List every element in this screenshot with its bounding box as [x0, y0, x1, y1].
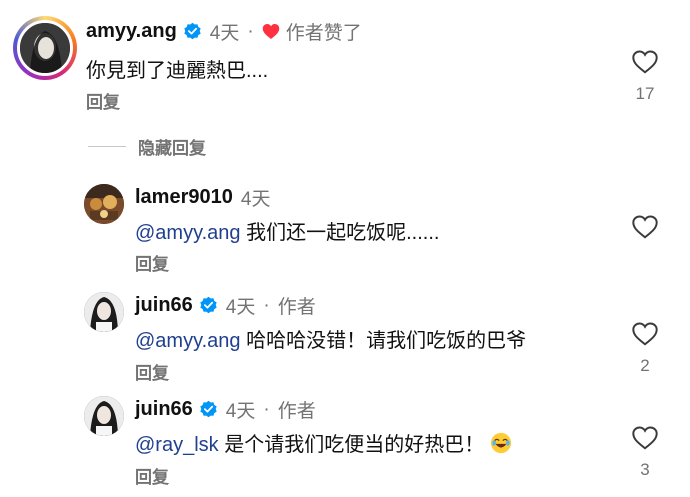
heart-outline-icon[interactable]: [632, 426, 658, 450]
author-tag: 作者: [277, 401, 316, 422]
heart-outline-icon[interactable]: [632, 50, 658, 74]
avatar[interactable]: [84, 184, 124, 224]
heart-outline-icon[interactable]: [632, 215, 658, 239]
divider: [88, 146, 126, 147]
heart-outline-icon[interactable]: [632, 322, 658, 346]
mention-link[interactable]: @amyy.ang: [135, 330, 241, 352]
verified-badge-icon: [184, 22, 201, 40]
reply-text: @amyy.ang 哈哈哈没错！请我们吃饭的巴爷: [135, 324, 526, 353]
reply-text: @ray_lsk 是个请我们吃便当的好热巴！: [135, 428, 512, 457]
username[interactable]: juin66: [135, 398, 193, 421]
separator-dot: ·: [263, 294, 270, 316]
reply-body: 哈哈哈没错！请我们吃饭的巴爷: [240, 330, 527, 352]
like-button[interactable]: 3: [625, 426, 665, 480]
comment-meta: amyy.ang 4天 · 作者赞了: [86, 18, 362, 45]
like-button[interactable]: [625, 215, 665, 239]
reply-button[interactable]: 回复: [135, 359, 169, 384]
author-tag: 作者: [277, 297, 316, 318]
timestamp: 4天: [225, 297, 256, 318]
username[interactable]: lamer9010: [135, 186, 233, 209]
username[interactable]: juin66: [135, 294, 193, 317]
avatar[interactable]: [17, 20, 73, 76]
reply-meta: lamer9010 4天: [135, 184, 270, 211]
avatar[interactable]: [84, 396, 124, 436]
comment-text: 你見到了迪麗熱巴....: [86, 60, 269, 82]
heart-icon: [262, 24, 279, 39]
reply-button[interactable]: 回复: [86, 88, 120, 113]
reply-text: @amyy.ang 我们还一起吃饭呢......: [135, 216, 439, 245]
avatar[interactable]: [84, 292, 124, 332]
reply-body: 我们还一起吃饭呢......: [240, 222, 440, 244]
author-liked-label: 作者赞了: [285, 23, 362, 44]
reply-meta: juin66 4天 · 作者: [135, 396, 316, 423]
like-button[interactable]: 17: [625, 50, 665, 104]
like-count: 3: [640, 460, 650, 479]
verified-badge-icon: [200, 400, 217, 418]
like-button[interactable]: 2: [625, 322, 665, 376]
mention-link[interactable]: @amyy.ang: [135, 222, 241, 244]
like-count: 17: [635, 84, 655, 103]
mention-link[interactable]: @ray_lsk: [135, 434, 219, 456]
timestamp: 4天: [240, 189, 271, 210]
timestamp: 4天: [209, 23, 240, 44]
hide-replies-toggle[interactable]: 隐藏回复: [88, 134, 206, 159]
reply-button[interactable]: 回复: [135, 250, 169, 275]
laughing-emoji-icon: [491, 432, 512, 454]
hide-replies-label[interactable]: 隐藏回复: [138, 134, 206, 159]
reply-button[interactable]: 回复: [135, 463, 169, 488]
reply-body: 是个请我们吃便当的好热巴！: [218, 434, 485, 456]
separator-dot: ·: [247, 20, 254, 42]
verified-badge-icon: [200, 296, 217, 314]
reply-meta: juin66 4天 · 作者: [135, 292, 316, 319]
separator-dot: ·: [263, 398, 270, 420]
username[interactable]: amyy.ang: [86, 20, 177, 43]
timestamp: 4天: [225, 401, 256, 422]
like-count: 2: [640, 356, 650, 375]
